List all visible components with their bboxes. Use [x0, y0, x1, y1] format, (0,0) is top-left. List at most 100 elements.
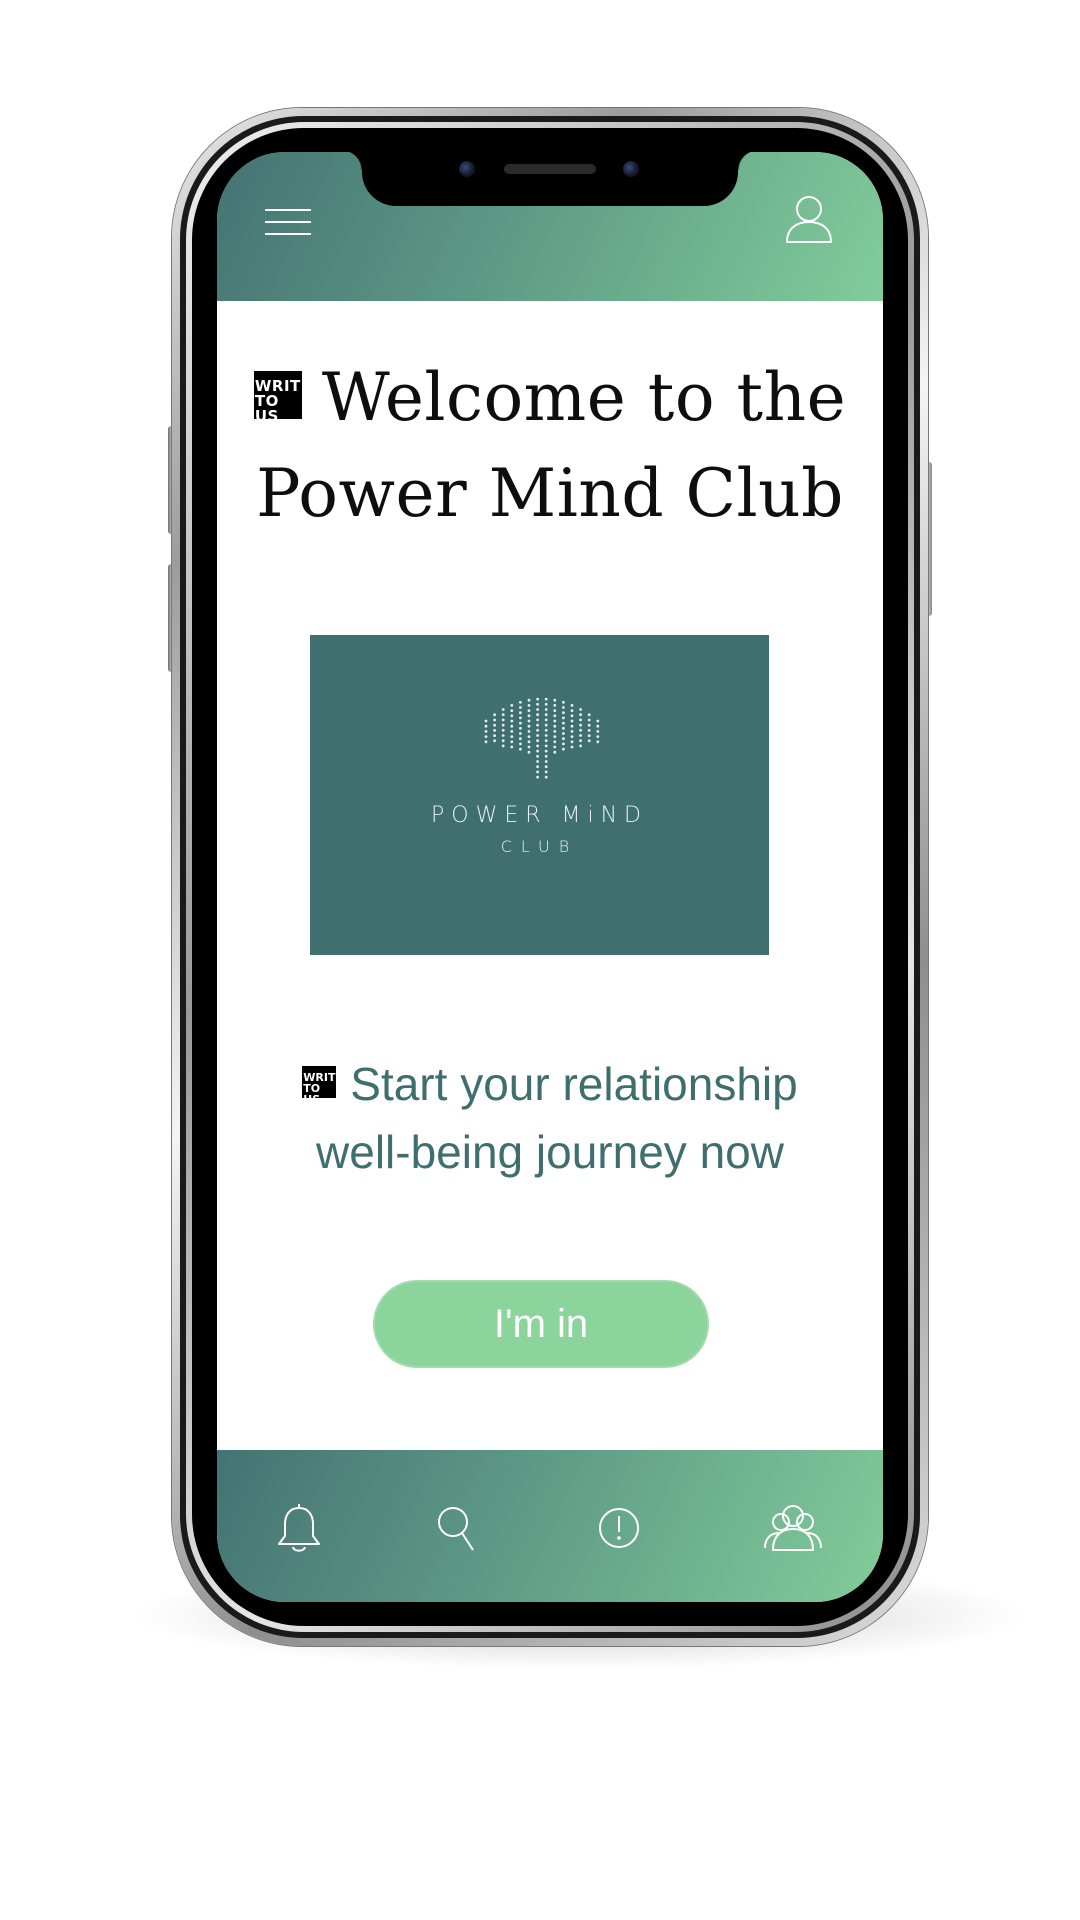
brain-dot	[501, 734, 505, 737]
brain-dot	[493, 718, 496, 722]
brain-dot	[562, 742, 565, 746]
brain-dot	[570, 735, 574, 738]
logo-name-line-2: CLUB	[500, 837, 579, 856]
group-icon[interactable]	[763, 1502, 823, 1554]
brain-dot	[587, 713, 591, 717]
phone-screen: WRITETO US Welcome to the Power Mind Club…	[217, 152, 883, 1602]
brain-dot	[544, 765, 548, 769]
brain-dot	[519, 747, 522, 751]
brain-dot	[519, 742, 522, 746]
brain-dot	[553, 740, 557, 744]
badge-small-line-2: TO US	[303, 1081, 321, 1098]
brain-dot	[570, 704, 574, 707]
brain-dot	[519, 706, 522, 709]
brain-dot	[570, 740, 574, 744]
brain-dot	[501, 723, 505, 727]
write-to-us-badge[interactable]: WRITETO US	[253, 371, 302, 420]
page: WRITETO US Welcome to the Power Mind Club…	[0, 0, 1080, 1920]
welcome-title: WRITETO US Welcome to the Power Mind Club	[237, 350, 863, 542]
brain-dot	[501, 718, 505, 722]
brain-dot	[579, 713, 582, 717]
brain-dot	[527, 735, 531, 738]
brain-dot	[544, 718, 548, 722]
brain-dot	[536, 702, 539, 706]
brain-dot	[587, 729, 591, 732]
brain-dot	[536, 734, 539, 737]
brain-dot	[501, 744, 505, 748]
brain-dot	[519, 716, 522, 720]
brain-dot	[510, 730, 514, 733]
brain-dot	[510, 714, 514, 718]
brain-dot	[544, 728, 548, 732]
brain-dot	[579, 744, 582, 748]
club-logo-card: POWER MiND CLUB	[310, 635, 769, 955]
phone-notch	[342, 150, 758, 206]
brain-dot	[587, 739, 591, 743]
brain-dot	[579, 708, 582, 711]
brain-dot	[544, 749, 548, 753]
brain-dot	[536, 760, 539, 763]
brain-dot	[544, 744, 548, 748]
brain-dot	[562, 732, 565, 735]
brain-dot	[519, 700, 522, 704]
im-in-button[interactable]: I'm in	[373, 1280, 709, 1368]
tagline-text-1: Start your relationship	[350, 1058, 798, 1110]
brain-dot	[527, 730, 531, 733]
proximity-sensor	[623, 161, 639, 177]
brain-dot	[587, 718, 591, 722]
brain-dot	[484, 735, 488, 738]
brain-dot	[570, 714, 574, 718]
brain-dot	[510, 719, 514, 723]
brain-dot	[536, 765, 539, 769]
brain-dot	[544, 713, 548, 717]
brain-dot	[544, 708, 548, 711]
brain-dot	[562, 747, 565, 751]
brain-dot	[553, 698, 557, 702]
brain-dot	[493, 713, 496, 717]
welcome-title-line-2: Power Mind Club	[256, 455, 844, 532]
brain-dot	[527, 719, 531, 723]
brain-dot	[544, 697, 548, 701]
brain-dot	[536, 697, 539, 701]
brain-dot	[501, 708, 505, 711]
brain-dot	[501, 728, 505, 732]
brain-dot	[596, 730, 600, 733]
tagline: WRITETO US Start your relationship well-b…	[247, 1050, 853, 1186]
brain-dot	[579, 718, 582, 722]
brain-dot	[501, 739, 505, 743]
brain-dot	[562, 700, 565, 704]
bell-icon[interactable]	[271, 1502, 327, 1554]
brain-dot	[596, 740, 600, 744]
brain-dot	[484, 724, 488, 728]
write-to-us-badge-small[interactable]: WRITETO US	[302, 1065, 337, 1098]
brain-dot	[553, 730, 557, 733]
brain-dot	[553, 709, 557, 712]
brain-dot	[544, 702, 548, 706]
brain-dot	[570, 719, 574, 723]
search-icon[interactable]	[431, 1502, 487, 1554]
brain-dot	[493, 729, 496, 732]
brain-dot	[536, 713, 539, 717]
alert-icon[interactable]	[591, 1502, 647, 1554]
brain-dot	[484, 730, 488, 733]
brain-dot	[587, 723, 591, 727]
brain-dot	[579, 734, 582, 737]
brain-dot	[562, 706, 565, 709]
bottom-nav	[217, 1450, 883, 1602]
badge-line-2: TO US	[254, 392, 279, 420]
brain-dot	[527, 698, 531, 702]
earpiece-speaker	[504, 164, 596, 174]
brain-dot	[562, 721, 565, 725]
hamburger-menu-icon[interactable]	[265, 208, 311, 236]
user-profile-icon[interactable]	[785, 194, 833, 244]
brain-dot	[579, 739, 582, 743]
brain-dot	[562, 716, 565, 720]
brain-dot	[536, 770, 539, 774]
brain-dot	[510, 735, 514, 738]
brain-dot	[493, 723, 496, 727]
brain-dot	[519, 737, 522, 741]
brain-dot	[544, 754, 548, 758]
welcome-title-text-1: Welcome to the	[321, 359, 847, 436]
brain-dot	[519, 721, 522, 725]
brain-dot	[519, 726, 522, 730]
